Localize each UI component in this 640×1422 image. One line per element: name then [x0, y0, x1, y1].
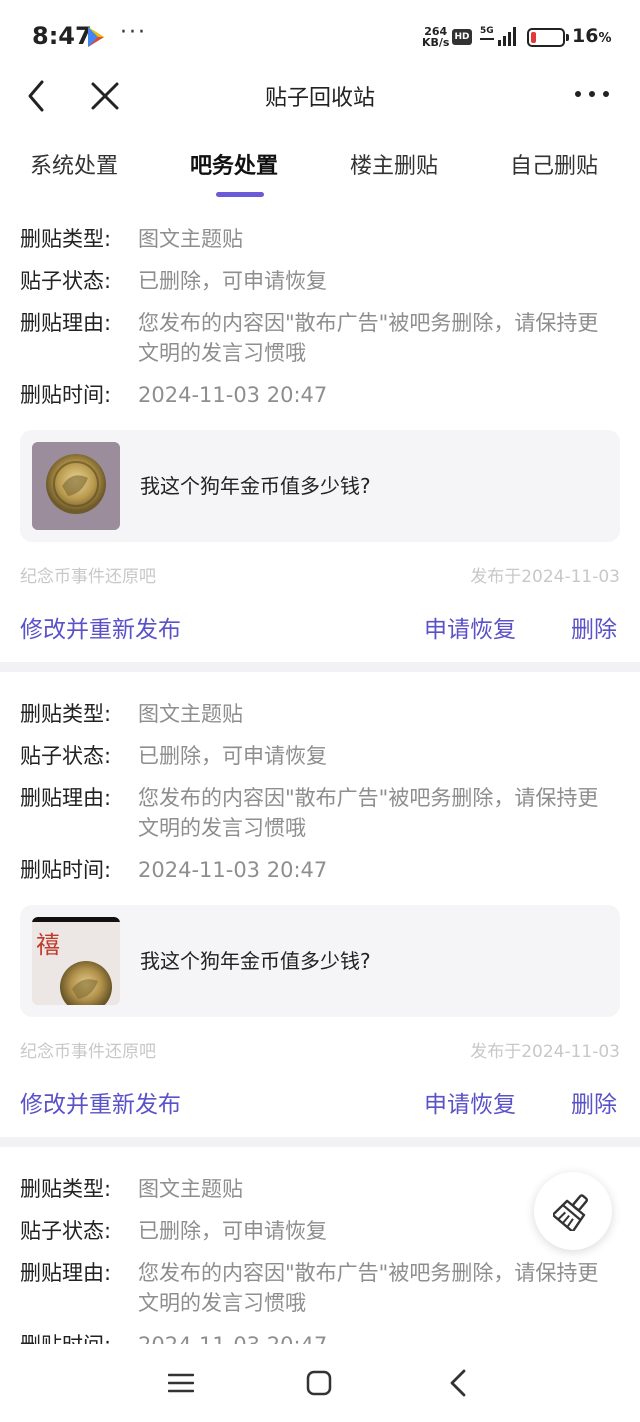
- reason-label: 删贴理由:: [20, 1261, 112, 1285]
- apply-restore-button[interactable]: 申请恢复: [424, 1085, 516, 1119]
- status-value: 已删除，可申请恢复: [138, 1219, 327, 1243]
- home-icon[interactable]: [306, 1370, 332, 1396]
- delete-button[interactable]: 删除: [571, 610, 617, 644]
- type-label: 删贴类型:: [20, 1177, 112, 1201]
- status-time: 8:47: [32, 22, 92, 50]
- deleted-post-card: 删贴类型: 图文主题贴 贴子状态: 已删除，可申请恢复 删贴理由: 您发布的内容…: [0, 1147, 640, 1344]
- status-label: 贴子状态:: [20, 744, 112, 768]
- tab-bar: 系统处置 吧务处置 楼主删贴 自己删贴: [0, 136, 640, 202]
- time-label: 删贴时间:: [20, 1330, 111, 1344]
- time-label: 删贴时间:: [20, 383, 112, 407]
- tab-indicator: [216, 192, 264, 197]
- tab-system[interactable]: 系统处置: [30, 148, 118, 180]
- post-thumbnail: [32, 442, 120, 530]
- edit-republish-button[interactable]: 修改并重新发布: [20, 1085, 181, 1119]
- reason-label: 删贴理由:: [20, 786, 112, 810]
- tab-admin[interactable]: 吧务处置: [190, 148, 278, 180]
- recent-apps-icon[interactable]: [168, 1372, 194, 1394]
- reason-label: 删贴理由:: [20, 311, 112, 335]
- forum-name[interactable]: 纪念币事件还原吧: [20, 562, 156, 587]
- time-value: 2024-11-03 20:47: [138, 383, 328, 407]
- broom-icon: [553, 1194, 589, 1231]
- page-title: 贴子回收站: [264, 86, 375, 111]
- time-value: 2024-11-03 20:47: [138, 1330, 327, 1344]
- apply-restore-button[interactable]: 申请恢复: [424, 610, 516, 644]
- card-divider: [0, 662, 640, 672]
- system-nav-bar: [0, 1344, 640, 1422]
- reason-value: 您发布的内容因"散布广告"被吧务删除，请保持更文明的发言习惯哦: [138, 786, 599, 840]
- nav-bar: 贴子回收站: [0, 74, 640, 134]
- hd-badge: HD: [452, 29, 472, 45]
- time-value: 2024-11-03 20:47: [138, 858, 328, 882]
- post-title: 我这个狗年金币值多少钱?: [140, 949, 371, 973]
- more-icon[interactable]: [572, 88, 612, 100]
- post-preview[interactable]: 我这个狗年金币值多少钱?: [20, 430, 620, 542]
- forum-name[interactable]: 纪念币事件还原吧: [20, 1037, 156, 1062]
- deleted-post-card: 删贴类型: 图文主题贴 贴子状态: 已删除，可申请恢复 删贴理由: 您发布的内容…: [0, 210, 640, 662]
- delete-button[interactable]: 删除: [571, 1085, 617, 1119]
- deleted-post-card: 删贴类型: 图文主题贴 贴子状态: 已删除，可申请恢复 删贴理由: 您发布的内容…: [0, 672, 640, 1137]
- type-value: 图文主题贴: [138, 227, 243, 251]
- tab-self[interactable]: 自己删贴: [510, 148, 598, 180]
- system-back-icon[interactable]: [448, 1368, 468, 1398]
- battery-level: [531, 32, 536, 43]
- battery-icon: [527, 28, 569, 47]
- reason-value: 您发布的内容因"散布广告"被吧务删除，请保持更文明的发言习惯哦: [138, 311, 599, 365]
- reason-value: 您发布的内容因"散布广告"被吧务删除，请保持更文明的发言习惯哦: [138, 1261, 599, 1315]
- network-speed: 264 KB/s: [422, 25, 450, 49]
- status-value: 已删除，可申请恢复: [138, 744, 327, 768]
- type-label: 删贴类型:: [20, 227, 112, 251]
- post-preview[interactable]: 禧 我这个狗年金币值多少钱?: [20, 905, 620, 1017]
- signal-icon: 5G: [480, 26, 516, 46]
- edit-republish-button[interactable]: 修改并重新发布: [20, 610, 181, 644]
- post-thumbnail: 禧: [32, 917, 120, 1005]
- type-value: 图文主题贴: [138, 702, 243, 726]
- post-title: 我这个狗年金币值多少钱?: [140, 474, 371, 498]
- type-label: 删贴类型:: [20, 702, 112, 726]
- publish-date: 发布于2024-11-03: [470, 1042, 620, 1062]
- svg-text:5G: 5G: [480, 26, 494, 36]
- status-bar: 8:47 ··· 264 KB/s HD 5G 16%: [0, 0, 640, 74]
- status-label: 贴子状态:: [20, 1219, 112, 1243]
- type-value: 图文主题贴: [138, 1177, 243, 1201]
- time-label: 删贴时间:: [20, 858, 112, 882]
- play-store-icon: [88, 27, 104, 47]
- notification-dots: ···: [120, 20, 147, 45]
- svg-text:禧: 禧: [36, 931, 60, 959]
- clear-all-button[interactable]: [534, 1172, 612, 1250]
- tab-owner[interactable]: 楼主删贴: [350, 148, 438, 180]
- card-divider: [0, 1137, 640, 1147]
- publish-date: 发布于2024-11-03: [470, 567, 620, 587]
- battery-percent: 16%: [572, 25, 612, 47]
- status-label: 贴子状态:: [20, 269, 112, 293]
- status-value: 已删除，可申请恢复: [138, 269, 327, 293]
